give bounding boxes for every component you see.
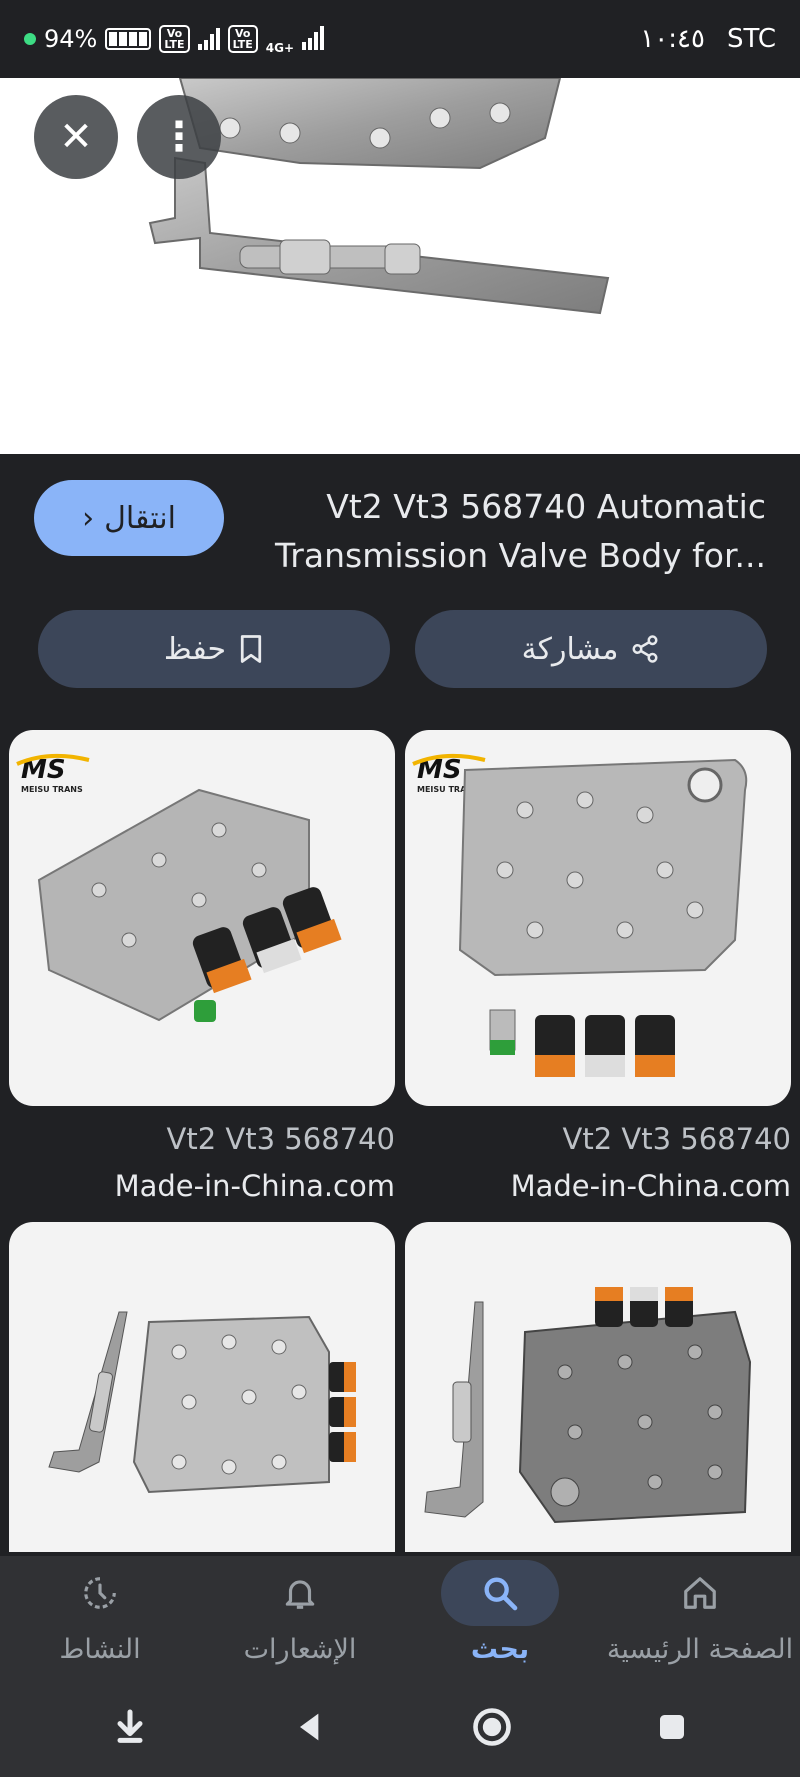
- action-buttons: مشاركة حفظ: [0, 610, 800, 688]
- save-label: حفظ: [163, 631, 227, 667]
- related-card-image[interactable]: [9, 1222, 395, 1552]
- bottom-navigation: الصفحة الرئيسية بحث الإشعارات النشاط: [0, 1556, 800, 1676]
- valve-body-illustration: [148, 78, 610, 315]
- nav-activity-label: النشاط: [59, 1634, 141, 1665]
- home-circle-icon[interactable]: [470, 1705, 514, 1749]
- nav-activity[interactable]: النشاط: [0, 1556, 200, 1676]
- related-title: Vt2 Vt3 568740: [562, 1122, 791, 1156]
- close-button[interactable]: ✕: [34, 95, 118, 179]
- activity-icon: [41, 1560, 159, 1626]
- volte-icon-2: Vo LTE: [227, 25, 258, 53]
- network-type: 4G+: [265, 41, 295, 55]
- related-title: Vt2 Vt3 568740: [166, 1122, 395, 1156]
- more-options-button[interactable]: ⋮: [137, 95, 221, 179]
- related-source: Made-in-China.com: [114, 1169, 395, 1203]
- nav-search-label: بحث: [470, 1634, 530, 1665]
- nav-notifications-label: الإشعارات: [243, 1634, 357, 1665]
- back-icon[interactable]: [290, 1707, 330, 1747]
- signal-icon: [197, 28, 220, 50]
- recents-icon[interactable]: [654, 1709, 690, 1745]
- home-icon: [641, 1560, 759, 1626]
- related-card-image[interactable]: MS MEISU TRANS: [9, 730, 395, 1106]
- share-label: مشاركة: [521, 631, 619, 667]
- result-title[interactable]: Vt2 Vt3 568740 Automatic Transmission Va…: [266, 482, 766, 580]
- carrier: STC: [726, 24, 776, 54]
- more-vert-icon: ⋮: [159, 114, 199, 160]
- nav-notifications[interactable]: الإشعارات: [200, 1556, 400, 1676]
- visit-label: انتقال: [104, 500, 176, 536]
- clock: ١٠:٤٥: [640, 24, 705, 54]
- battery-percent: 94%: [44, 25, 98, 53]
- result-title-line2: Transmission Valve Body for...: [274, 536, 766, 575]
- notification-dot-icon: [24, 33, 36, 45]
- valve-body-image: MS MEISU TRANS: [16, 753, 342, 1022]
- system-navigation: [0, 1676, 800, 1777]
- search-icon: [441, 1560, 559, 1626]
- hero-image[interactable]: ✕ ⋮: [0, 78, 800, 454]
- volte-icon: Vo LTE: [159, 25, 190, 53]
- bookmark-icon: [240, 635, 262, 663]
- nav-search[interactable]: بحث: [400, 1556, 600, 1676]
- chevron-left-icon: ‹: [82, 500, 95, 536]
- signal-icon-2: [302, 26, 325, 50]
- related-caption[interactable]: Vt2 Vt3 568740 Made-in-China.com: [9, 1116, 395, 1210]
- close-icon: ✕: [59, 114, 93, 160]
- valve-body-image: [424, 1287, 752, 1524]
- related-card-image[interactable]: [405, 1222, 791, 1552]
- valve-body-image: [48, 1311, 356, 1494]
- share-icon: [632, 635, 658, 663]
- nav-home[interactable]: الصفحة الرئيسية: [600, 1556, 800, 1676]
- result-title-line1: Vt2 Vt3 568740 Automatic: [326, 487, 766, 526]
- nav-home-label: الصفحة الرئيسية: [606, 1634, 794, 1665]
- related-caption[interactable]: Vt2 Vt3 568740 Made-in-China.com: [405, 1116, 791, 1210]
- valve-body-image: MS MEISU TRANS: [412, 753, 748, 1077]
- save-button[interactable]: حفظ: [38, 610, 390, 688]
- battery-icon: [105, 28, 152, 50]
- status-left: 94% Vo LTE Vo LTE 4G+: [24, 23, 325, 55]
- status-bar: 94% Vo LTE Vo LTE 4G+ ١٠:٤٥ STC: [0, 0, 800, 78]
- related-card-image[interactable]: MS MEISU TRANS: [405, 730, 791, 1106]
- status-right: ١٠:٤٥ STC: [640, 24, 776, 54]
- result-header: انتقال ‹ Vt2 Vt3 568740 Automatic Transm…: [0, 454, 800, 594]
- visit-button[interactable]: انتقال ‹: [34, 480, 224, 556]
- ms-logo-sub: MEISU TRANS: [21, 785, 83, 794]
- related-source: Made-in-China.com: [510, 1169, 791, 1203]
- download-icon[interactable]: [110, 1707, 150, 1747]
- share-button[interactable]: مشاركة: [415, 610, 767, 688]
- bell-icon: [241, 1560, 359, 1626]
